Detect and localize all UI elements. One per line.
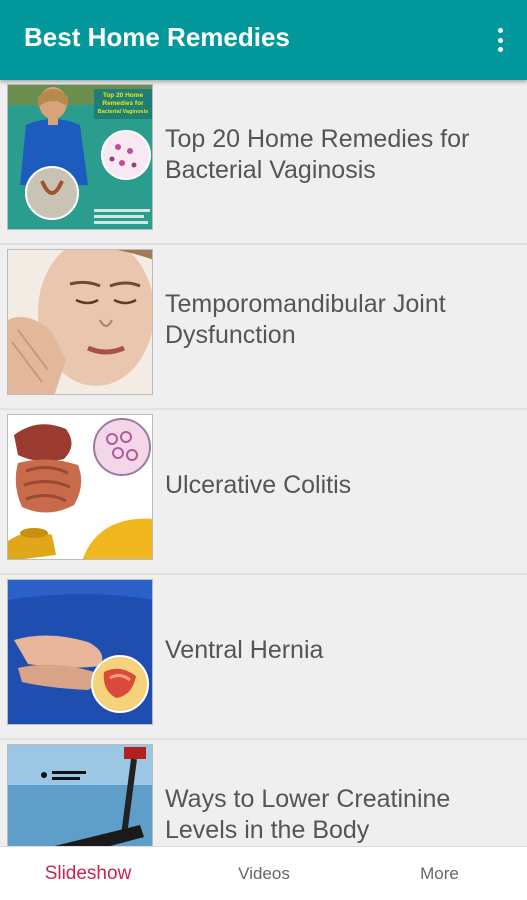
item-title: Ways to Lower Creatinine Levels in the B…	[165, 785, 451, 844]
more-vert-icon[interactable]	[493, 26, 507, 54]
item-title: Temporomandibular Joint Dysfunction	[165, 290, 446, 349]
remedy-thumbnail	[7, 414, 153, 560]
app-bar: Best Home Remedies	[0, 0, 527, 80]
item-title: Top 20 Home Remedies for Bacterial Vagin…	[165, 125, 470, 184]
tab-videos[interactable]: Videos	[176, 847, 352, 900]
tab-slideshow[interactable]: Slideshow	[0, 847, 176, 900]
list-item[interactable]: Ways to Lower Creatinine Levels in the B…	[0, 740, 527, 846]
list-item[interactable]: Temporomandibular Joint Dysfunction	[0, 245, 527, 410]
treadmill-image	[8, 745, 152, 846]
thumb-text-1: Top 20 Home	[103, 92, 144, 99]
thumb-text-3: Bacterial Vaginosis	[98, 109, 148, 115]
item-title: Ventral Hernia	[165, 635, 324, 664]
list-item[interactable]: Top 20 Home Remedies for Bacterial Vagin…	[0, 80, 527, 245]
remedy-thumbnail: Top 20 Home Remedies for Bacterial Vagin…	[7, 84, 153, 230]
remedies-list[interactable]: Top 20 Home Remedies for Bacterial Vagin…	[0, 80, 527, 846]
thumb-text-2: Remedies for	[102, 100, 144, 107]
list-item[interactable]: Ventral Hernia	[0, 575, 527, 740]
jaw-pain-image	[8, 250, 152, 394]
remedy-thumbnail	[7, 744, 153, 846]
remedy-thumbnail	[7, 579, 153, 725]
tab-more[interactable]: More	[352, 847, 527, 900]
hernia-image	[8, 580, 152, 724]
list-item[interactable]: Ulcerative Colitis	[0, 410, 527, 575]
remedy-thumbnail	[7, 249, 153, 395]
item-title: Ulcerative Colitis	[165, 470, 352, 499]
colitis-image	[8, 415, 152, 559]
app-title: Best Home Remedies	[24, 22, 290, 52]
bottom-navigation: Slideshow Videos More	[0, 846, 527, 900]
bacterial-vaginosis-image: Top 20 Home Remedies for Bacterial Vagin…	[8, 85, 152, 229]
